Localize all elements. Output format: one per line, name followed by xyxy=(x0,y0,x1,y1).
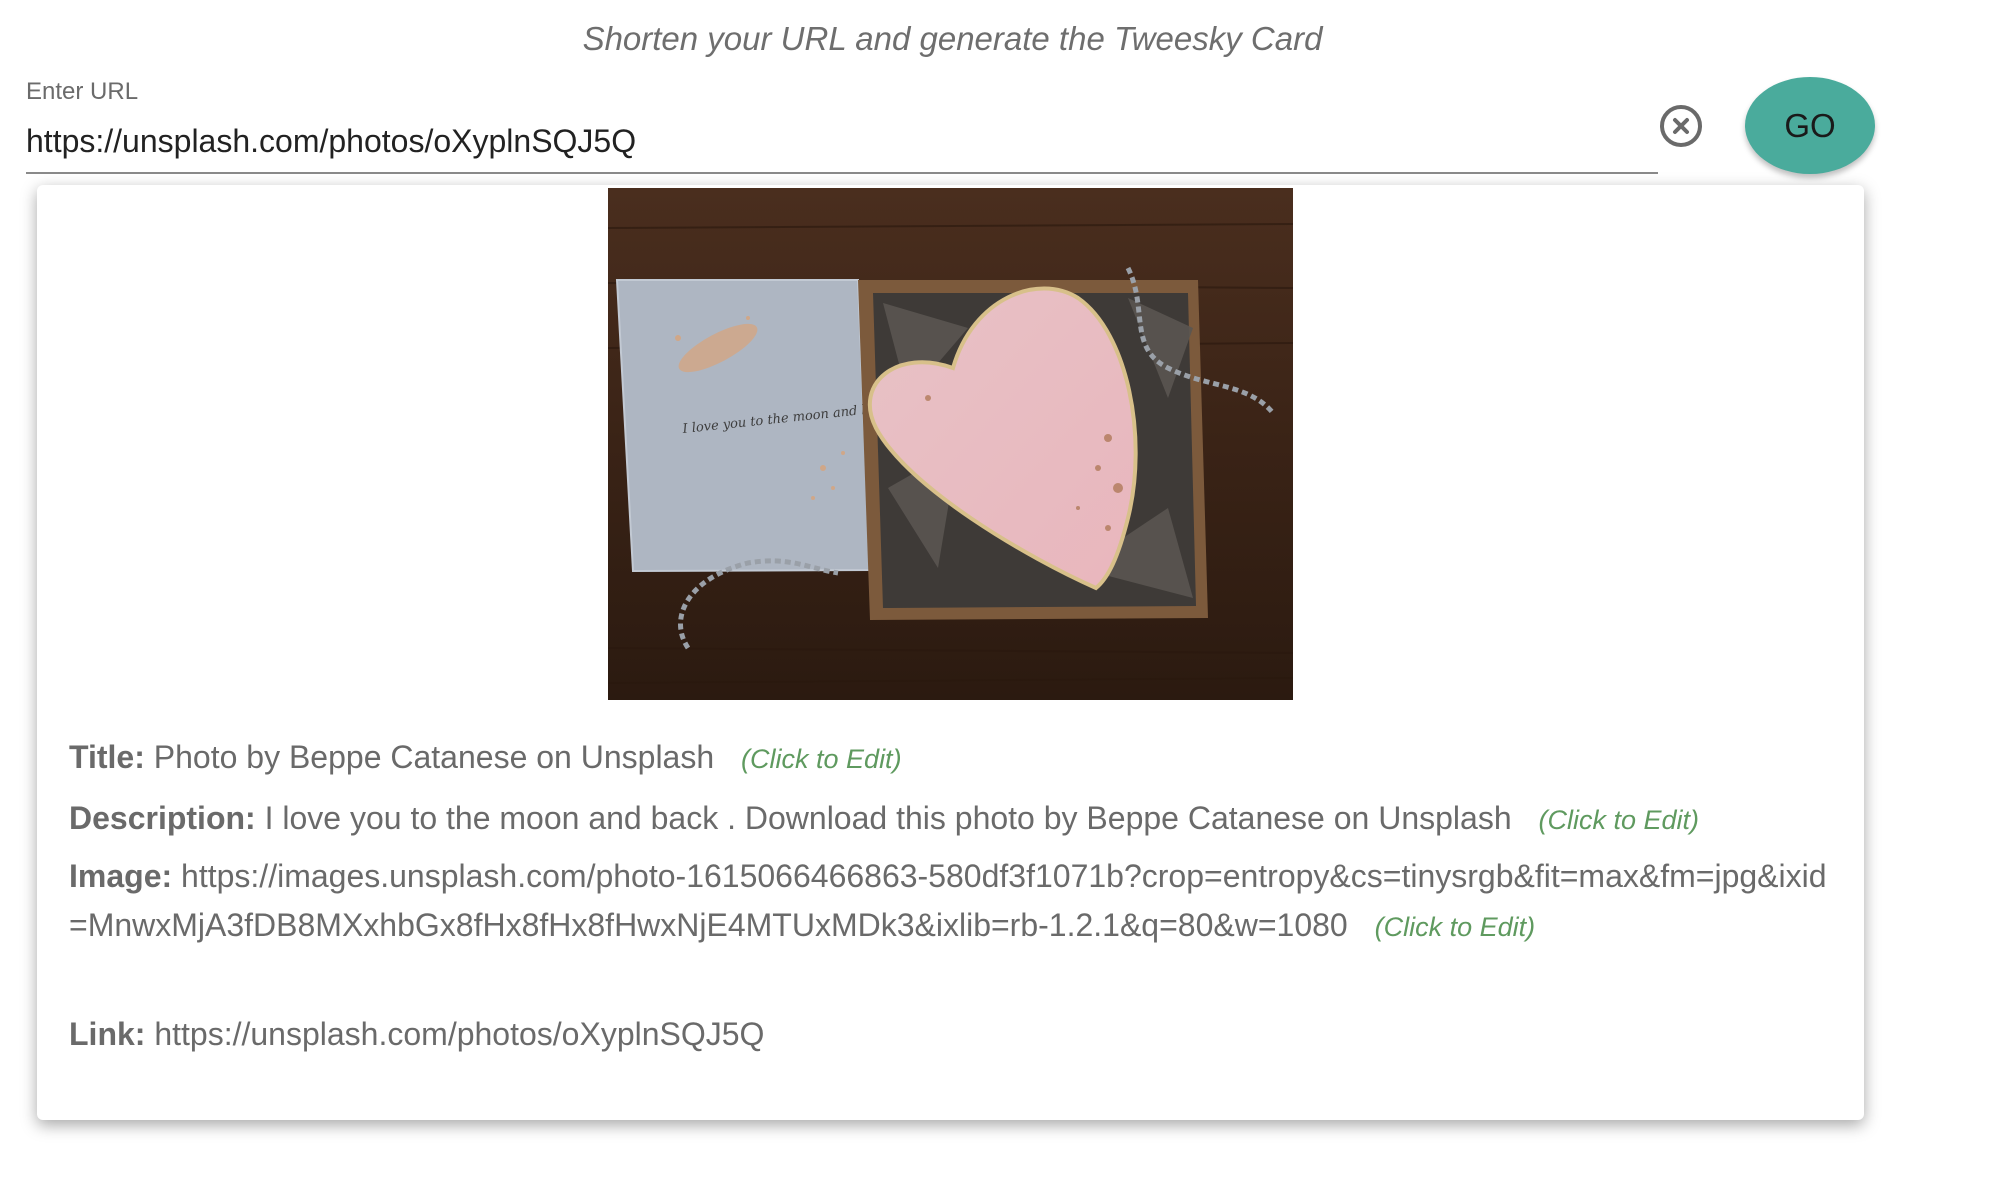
preview-photo: I love you to the moon and back xyxy=(608,188,1293,700)
link-value: https://unsplash.com/photos/oXyplnSQJ5Q xyxy=(154,1016,765,1052)
close-circle-icon xyxy=(1673,118,1689,134)
title-value: Photo by Beppe Catanese on Unsplash xyxy=(153,739,715,775)
description-value: I love you to the moon and back . Downlo… xyxy=(264,800,1512,836)
image-row: Image: https://images.unsplash.com/photo… xyxy=(69,852,1829,952)
title-edit-link[interactable]: (Click to Edit) xyxy=(741,744,902,774)
link-row: Link: https://unsplash.com/photos/oXypln… xyxy=(69,1010,1829,1059)
url-label: Enter URL xyxy=(26,78,139,105)
url-field: Enter URL xyxy=(26,78,1658,174)
description-label: Description: xyxy=(69,800,256,836)
go-button[interactable]: GO xyxy=(1745,77,1875,174)
image-edit-link[interactable]: (Click to Edit) xyxy=(1375,912,1536,942)
description-row: Description: I love you to the moon and … xyxy=(69,794,1829,845)
image-value: https://images.unsplash.com/photo-161506… xyxy=(69,858,1827,943)
preview-card: I love you to the moon and back Title: P… xyxy=(37,185,1864,1120)
title-row: Title: Photo by Beppe Catanese on Unspla… xyxy=(69,733,1829,784)
preview-image: I love you to the moon and back xyxy=(608,188,1293,700)
image-label: Image: xyxy=(69,858,173,894)
title-label: Title: xyxy=(69,739,145,775)
description-edit-link[interactable]: (Click to Edit) xyxy=(1539,805,1700,835)
page-subtitle: Shorten your URL and generate the Tweesk… xyxy=(582,20,1323,57)
link-label: Link: xyxy=(69,1016,146,1052)
url-input[interactable] xyxy=(26,116,1626,166)
clear-button[interactable] xyxy=(1660,105,1702,147)
